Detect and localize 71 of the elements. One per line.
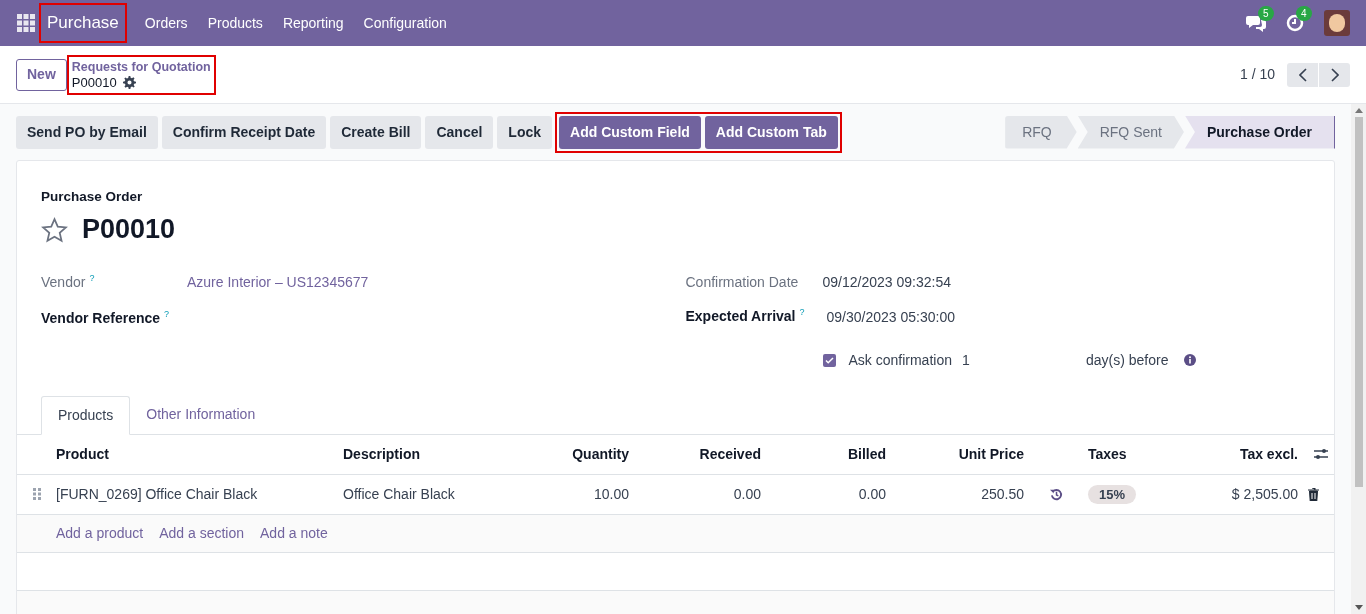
field-value: 09/30/2023 05:30:00 [826, 307, 955, 327]
vendor-link[interactable]: Azure Interior – US12345677 [187, 271, 369, 293]
chevron-right-icon [1330, 67, 1339, 82]
info-icon[interactable] [1184, 354, 1197, 367]
previous-button[interactable] [1287, 62, 1318, 87]
gear-icon[interactable] [122, 76, 136, 89]
next-button[interactable] [1319, 62, 1350, 87]
tab[interactable]: Other Information [130, 394, 272, 434]
help-mark[interactable]: ? [89, 271, 95, 293]
add-line-link[interactable]: Add a section [159, 522, 244, 544]
apps-menu-icon[interactable] [17, 14, 35, 32]
field-label: Vendor [41, 272, 86, 292]
column-header[interactable]: Quantity [521, 443, 637, 465]
form-title-label: Purchase Order [41, 188, 144, 206]
column-header[interactable]: Taxes [1080, 443, 1201, 465]
field-label: Vendor Reference [41, 308, 161, 328]
activity-count-badge: 4 [1296, 6, 1312, 21]
action-button[interactable]: Confirm Receipt Date [161, 115, 327, 149]
column-header[interactable]: Unit Price [894, 443, 1032, 465]
breadcrumb-link[interactable]: Requests for Quotation [71, 58, 211, 75]
record-title: P00010 [82, 213, 176, 247]
checkbox-label: Ask confirmation [848, 350, 952, 370]
record-name: P00010 [71, 74, 117, 91]
drag-handle-icon[interactable] [32, 488, 41, 501]
action-button[interactable]: Lock [497, 115, 553, 149]
action-button[interactable]: Add Custom Tab [704, 115, 838, 149]
column-header[interactable]: Product [56, 443, 343, 465]
user-avatar[interactable] [1324, 10, 1350, 36]
field-label: Expected Arrival [685, 306, 796, 326]
app-name[interactable]: Purchase [41, 5, 125, 41]
status-stage[interactable]: RFQ [1005, 115, 1077, 149]
action-button[interactable]: Send PO by Email [16, 115, 158, 149]
star-icon[interactable] [41, 216, 68, 243]
table-cell-text: 250.50 [980, 484, 1025, 504]
help-mark[interactable]: ? [799, 305, 805, 350]
status-stage[interactable]: RFQ Sent [1077, 115, 1184, 149]
table-cell-text: [FURN_0269] Office Chair Black [56, 484, 259, 504]
add-line-link[interactable]: Add a product [56, 522, 144, 544]
table-cell-text: 10.00 [592, 484, 630, 504]
chevron-left-icon [1298, 67, 1307, 82]
menu-item[interactable]: Reporting [272, 12, 354, 34]
column-header[interactable]: Received [637, 443, 769, 465]
table-cell-text: Office Chair Black [343, 484, 456, 504]
trash-icon[interactable] [1308, 487, 1319, 501]
status-stage[interactable]: Purchase Order [1184, 115, 1335, 149]
table-cell-text: 0.00 [857, 484, 887, 504]
column-header[interactable]: Tax excl. [1201, 443, 1306, 465]
field-value: 09/12/2023 09:32:54 [822, 272, 951, 292]
add-line-link[interactable]: Add a note [260, 522, 328, 544]
help-mark[interactable]: ? [164, 307, 170, 329]
field-label: Confirmation Date [685, 272, 800, 292]
menu-item[interactable]: Orders [134, 12, 198, 34]
column-header[interactable]: Description [343, 443, 521, 465]
column-settings-icon[interactable] [1313, 448, 1328, 461]
menu-item[interactable]: Products [197, 12, 273, 34]
history-icon[interactable] [1049, 487, 1063, 501]
action-button[interactable]: Add Custom Field [559, 115, 701, 149]
new-button[interactable]: New [16, 58, 67, 91]
table-cell-text: 0.00 [732, 484, 762, 504]
column-header[interactable]: Billed [769, 443, 894, 465]
menu-item[interactable]: Configuration [353, 12, 457, 34]
tax-tag: 15% [1088, 484, 1137, 504]
table-cell-text: $ 2,505.00 [1230, 484, 1299, 504]
tab[interactable]: Products [41, 395, 131, 435]
pager-value: 1 / 10 [1239, 65, 1275, 84]
message-count-badge: 5 [1258, 6, 1274, 21]
action-button[interactable]: Cancel [425, 115, 494, 149]
days-suffix: day(s) before [1086, 350, 1169, 370]
days-input[interactable]: 1 [962, 349, 1086, 371]
action-button[interactable]: Create Bill [330, 115, 422, 149]
checkbox[interactable] [822, 353, 836, 367]
